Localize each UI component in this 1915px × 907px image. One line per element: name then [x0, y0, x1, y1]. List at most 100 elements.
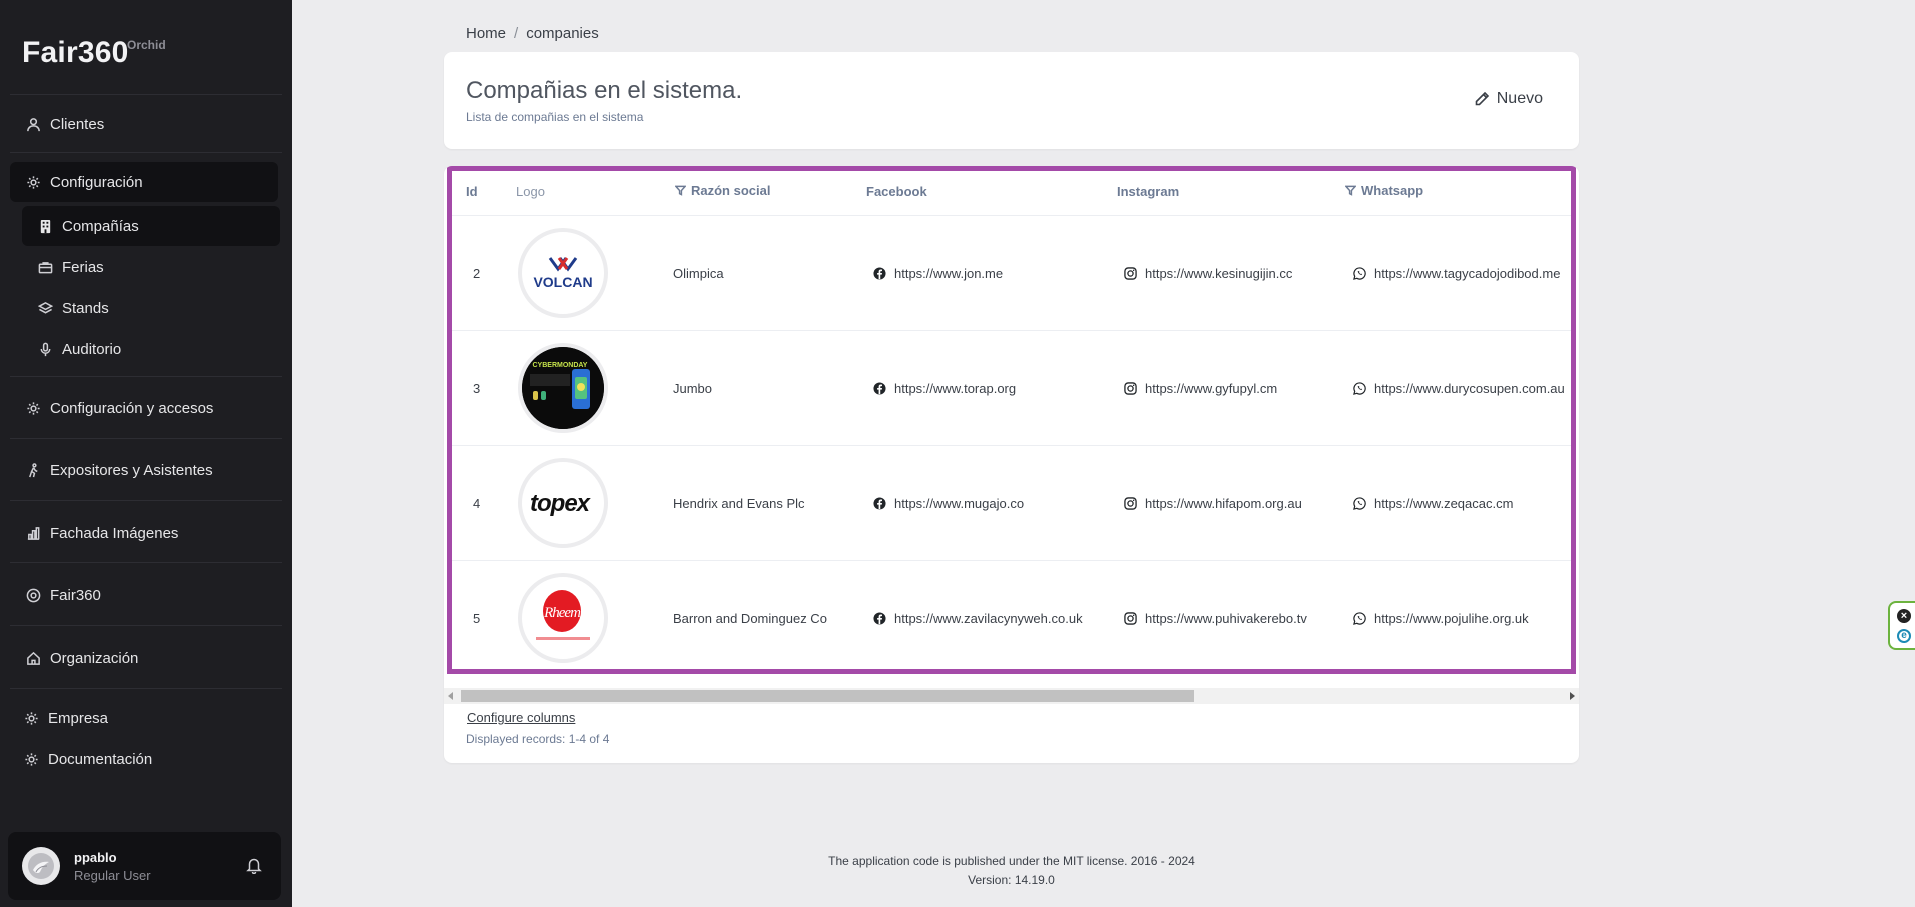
sidebar-item-label: Documentación: [48, 750, 153, 768]
user-name: ppablo: [74, 849, 117, 865]
target-icon: [24, 586, 42, 604]
whatsapp-icon: [1353, 382, 1366, 395]
breadcrumb-home[interactable]: Home: [466, 25, 506, 42]
sidebar-item-configuracion[interactable]: Configuración: [10, 162, 278, 202]
logo-text: CYBERMONDAY: [533, 362, 588, 369]
column-header-razon-social[interactable]: Razón social: [675, 183, 770, 198]
sidebar-item-expositores[interactable]: Expositores y Asistentes: [10, 450, 278, 490]
sidebar-item-clientes[interactable]: Clientes: [10, 104, 278, 144]
cell-whatsapp[interactable]: https://www.tagycadojodibod.me: [1353, 266, 1560, 281]
instagram-icon: [1124, 612, 1137, 625]
scrollbar-thumb[interactable]: [461, 690, 1194, 702]
cell-instagram[interactable]: https://www.puhivakerebo.tv: [1124, 611, 1307, 626]
user-info: ppablo Regular User: [74, 850, 151, 883]
page-title: Compañias en el sistema.: [466, 77, 743, 104]
footer-version: Version: 14.19.0: [968, 873, 1055, 887]
sidebar-item-companias[interactable]: Compañías: [22, 206, 280, 246]
sidebar-item-label: Expositores y Asistentes: [50, 461, 213, 479]
sidebar-item-documentacion[interactable]: Documentación: [8, 739, 276, 779]
column-header-instagram[interactable]: Instagram: [1117, 184, 1179, 199]
cell-facebook[interactable]: https://www.mugajo.co: [873, 496, 1024, 511]
cell-facebook[interactable]: https://www.jon.me: [873, 266, 1003, 281]
layers-icon: [36, 299, 54, 317]
whatsapp-url: https://www.zeqacac.cm: [1374, 496, 1514, 511]
divider: [10, 562, 282, 563]
whatsapp-url: https://www.pojulihe.org.uk: [1374, 611, 1529, 626]
sidebar-item-stands[interactable]: Stands: [22, 288, 280, 328]
column-header-label: Logo: [516, 184, 545, 199]
sidebar-item-fair360[interactable]: Fair360: [10, 575, 278, 615]
sidebar-item-ferias[interactable]: Ferias: [22, 247, 280, 287]
cell-id: 3: [473, 381, 481, 396]
pencil-icon: [1475, 91, 1489, 106]
page-subtitle: Lista de compañias en el sistema: [466, 110, 644, 124]
extension-icon[interactable]: e: [1897, 629, 1911, 643]
table-header: Id Logo Razón social Facebook Instagram …: [452, 171, 1571, 216]
brand-logo[interactable]: Fair360 Orchid: [22, 36, 166, 70]
column-header-logo: Logo: [516, 184, 545, 199]
whatsapp-icon: [1353, 267, 1366, 280]
table-row[interactable]: 5 Rheem Barron and Dominguez Co https://…: [452, 561, 1571, 669]
cell-whatsapp[interactable]: https://www.zeqacac.cm: [1353, 496, 1513, 511]
sidebar-item-label: Ferias: [62, 258, 104, 276]
divider: [10, 94, 282, 95]
cell-instagram[interactable]: https://www.kesinugijin.cc: [1124, 266, 1292, 281]
filter-icon[interactable]: [675, 185, 686, 196]
breadcrumb-separator: /: [514, 25, 519, 42]
gear-icon: [22, 709, 40, 727]
sidebar-item-organizacion[interactable]: Organización: [10, 638, 278, 678]
cell-id: 5: [473, 611, 481, 626]
divider: [10, 152, 282, 153]
sidebar-item-label: Fachada Imágenes: [50, 524, 179, 542]
configure-columns-link[interactable]: Configure columns: [467, 710, 575, 725]
close-icon[interactable]: ×: [1897, 609, 1911, 623]
new-button[interactable]: Nuevo: [1474, 90, 1543, 108]
sidebar-item-empresa[interactable]: Empresa: [8, 698, 276, 738]
sidebar-item-label: Auditorio: [62, 340, 122, 358]
sidebar-item-fachada[interactable]: Fachada Imágenes: [10, 513, 278, 553]
cell-razon-social: Jumbo: [673, 381, 713, 396]
home-icon: [24, 649, 42, 667]
table-row[interactable]: 3 CYBERMONDAY Jumbo https://www.torap.or…: [452, 331, 1571, 446]
gear-icon: [24, 399, 42, 417]
table-row[interactable]: 4 topex Hendrix and Evans Plc https://ww…: [452, 446, 1571, 561]
column-header-whatsapp[interactable]: Whatsapp: [1345, 183, 1423, 198]
table-row[interactable]: 2 VOLCAN Olimpica https://www.jon.me htt…: [452, 216, 1571, 331]
column-header-id[interactable]: Id: [466, 184, 478, 199]
scroll-right-arrow-icon[interactable]: [1570, 692, 1575, 700]
user-profile-card[interactable]: ppablo Regular User: [8, 832, 281, 900]
cell-whatsapp[interactable]: https://www.durycosupen.com.au: [1353, 381, 1565, 396]
sidebar-item-configuracion-accesos[interactable]: Configuración y accesos: [10, 388, 278, 428]
new-button-label: Nuevo: [1496, 90, 1543, 107]
cell-whatsapp[interactable]: https://www.pojulihe.org.uk: [1353, 611, 1529, 626]
cell-facebook[interactable]: https://www.zavilacynyweh.co.uk: [873, 611, 1083, 626]
facebook-icon: [873, 497, 886, 510]
scroll-left-arrow-icon[interactable]: [448, 692, 453, 700]
facebook-url: https://www.torap.org: [894, 381, 1017, 396]
cell-razon-social: Hendrix and Evans Plc: [673, 496, 805, 511]
sidebar-item-label: Empresa: [48, 709, 109, 727]
sidebar-item-auditorio[interactable]: Auditorio: [22, 329, 280, 369]
company-logo: CYBERMONDAY: [518, 343, 608, 433]
instagram-url: https://www.gyfupyl.cm: [1145, 381, 1278, 396]
bell-icon[interactable]: [245, 856, 263, 875]
column-header-label: Id: [466, 184, 478, 199]
cell-razon-social: Olimpica: [673, 266, 724, 281]
filter-icon[interactable]: [1345, 185, 1356, 196]
company-logo: topex: [518, 458, 608, 548]
facebook-icon: [873, 382, 886, 395]
whatsapp-url: https://www.durycosupen.com.au: [1374, 381, 1565, 396]
brand-name: Fair360: [22, 36, 129, 69]
column-header-label: Whatsapp: [1361, 183, 1424, 198]
user-role: Regular User: [74, 867, 151, 883]
cell-instagram[interactable]: https://www.hifapom.org.au: [1124, 496, 1302, 511]
cell-facebook[interactable]: https://www.torap.org: [873, 381, 1016, 396]
facebook-icon: [873, 267, 886, 280]
column-header-facebook[interactable]: Facebook: [866, 184, 927, 199]
sidebar-item-label: Configuración y accesos: [50, 399, 214, 417]
footer: The application code is published under …: [444, 852, 1579, 890]
horizontal-scrollbar[interactable]: [444, 688, 1579, 704]
brand-sub: Orchid: [127, 38, 166, 52]
cell-instagram[interactable]: https://www.gyfupyl.cm: [1124, 381, 1277, 396]
divider: [10, 376, 282, 377]
